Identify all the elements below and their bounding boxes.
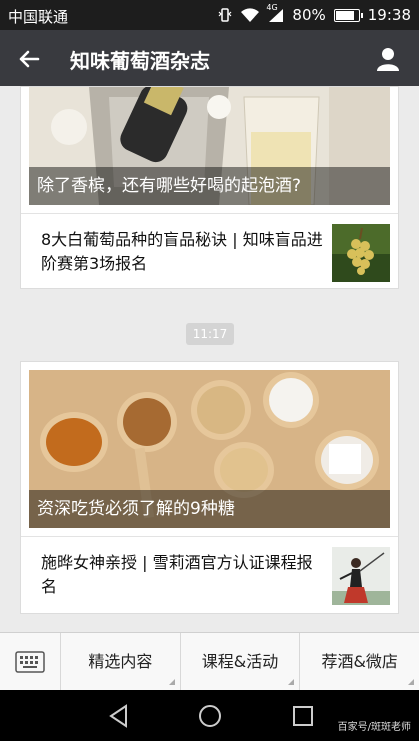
list-item[interactable]: 8大白葡萄品种的盲品秘诀 | 知味盲品进阶赛第3场报名 [21,213,398,290]
submenu-indicator-icon [408,679,415,685]
submenu-indicator-icon [168,679,175,685]
wifi-icon [240,7,260,23]
article-card: 除了香槟，还有哪些好喝的起泡酒? 8大白葡萄品种的盲品秘诀 | 知味盲品进阶赛第… [20,86,399,289]
title-bar: 知味葡萄酒杂志 [0,30,419,86]
battery-percent: 80% [292,6,326,24]
keyboard-icon [15,651,45,677]
menu-item-label: 课程&活动 [201,652,279,671]
menu-item-label: 精选内容 [88,652,153,671]
page-title: 知味葡萄酒杂志 [70,49,210,73]
list-item-title: 施晔女神亲授 | 雪莉酒官方认证课程报名 [41,553,313,596]
signal-icon: 4G [266,3,284,23]
status-bar: 中国联通 4G 80% 19:38 [0,0,419,30]
nav-back-icon[interactable] [106,703,132,729]
menu-item-shop[interactable]: 荐酒&微店 [300,633,419,691]
clock: 19:38 [367,6,411,24]
article-hero[interactable]: 除了香槟，还有哪些好喝的起泡酒? [29,87,390,205]
list-item-title: 8大白葡萄品种的盲品秘诀 | 知味盲品进阶赛第3场报名 [41,230,323,273]
menu-item-featured[interactable]: 精选内容 [61,633,181,691]
status-indicators: 4G 80% 19:38 [218,3,411,24]
network-type: 4G [266,2,278,12]
carrier-name: 中国联通 [8,8,69,26]
grapes-thumbnail [332,224,390,282]
vibrate-icon [218,7,232,23]
dancer-thumbnail [332,547,390,605]
battery-icon [333,8,363,22]
article-headline: 资深吃货必须了解的9种糖 [29,490,390,528]
article-card: 资深吃货必须了解的9种糖 施晔女神亲授 | 雪莉酒官方认证课程报名 [20,361,399,614]
battery-fill [335,10,354,20]
message-timestamp: 11:17 [186,323,234,345]
article-hero[interactable]: 资深吃货必须了解的9种糖 [29,370,390,528]
nav-recents-icon[interactable] [290,703,316,729]
menu-item-label: 荐酒&微店 [321,652,398,671]
user-profile-icon[interactable] [373,44,403,74]
list-item[interactable]: 施晔女神亲授 | 雪莉酒官方认证课程报名 [21,536,398,613]
nav-home-icon[interactable] [197,703,223,729]
keyboard-toggle-button[interactable] [0,633,61,691]
back-arrow-icon[interactable] [14,44,44,74]
menu-item-courses[interactable]: 课程&活动 [181,633,301,691]
submenu-indicator-icon [288,679,295,685]
system-nav-bar: 百家号/斑斑老师 [0,690,419,741]
article-headline: 除了香槟，还有哪些好喝的起泡酒? [29,167,390,205]
watermark: 百家号/斑斑老师 [337,722,411,733]
menu-bar: 精选内容 课程&活动 荐酒&微店 [0,632,419,691]
